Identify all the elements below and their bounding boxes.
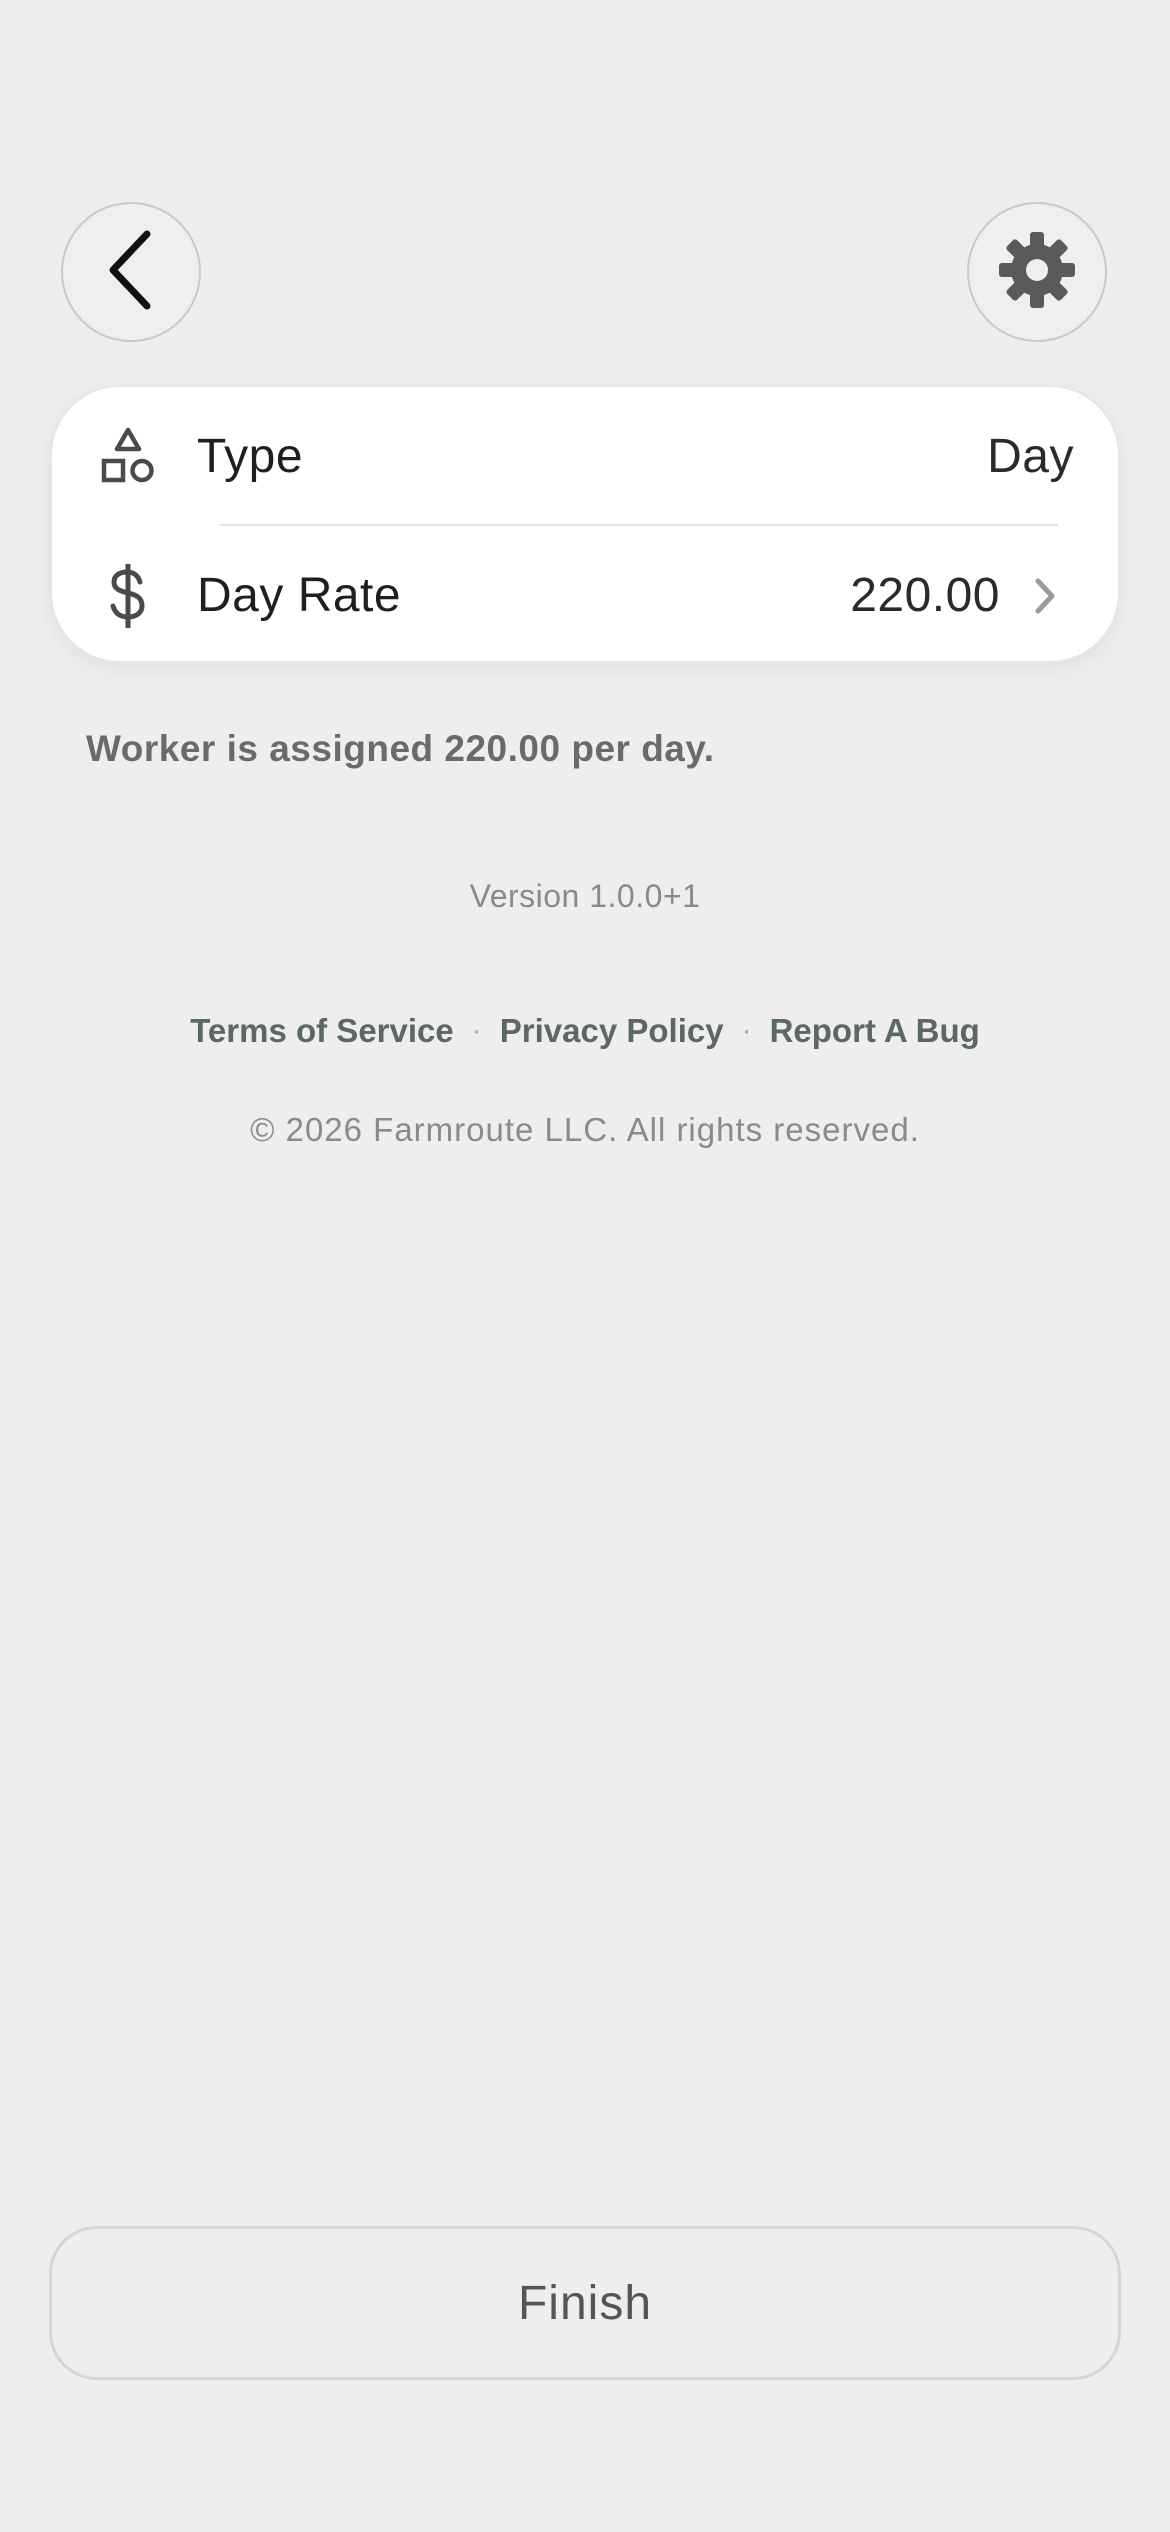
report-bug-link[interactable]: Report A Bug [770,1012,980,1050]
shapes-icon [96,425,160,489]
link-separator: · [741,1014,752,1047]
type-label: Type [197,430,304,483]
app-version: Version 1.0.0+1 [469,878,701,914]
back-button[interactable] [61,202,201,342]
footer-links: Terms of Service · Privacy Policy · Repo… [0,1012,1170,1050]
chevron-right-icon [1030,576,1060,616]
chevron-left-icon [103,228,159,317]
link-separator: · [471,1014,482,1047]
rate-description: Worker is assigned 220.00 per day. [86,728,715,769]
type-value: Day [987,430,1074,483]
day-rate-value: 220.00 [850,569,1000,622]
day-rate-label: Day Rate [197,569,402,622]
privacy-policy-link[interactable]: Privacy Policy [500,1012,724,1050]
settings-button[interactable] [967,202,1107,342]
terms-of-service-link[interactable]: Terms of Service [190,1012,454,1050]
dollar-icon [96,563,160,628]
type-row[interactable]: Type Day [52,387,1118,526]
pay-settings-card: Type Day Day Rate 220.00 [50,385,1120,663]
gear-icon [997,230,1077,315]
copyright-text: © 2026 Farmroute LLC. All rights reserve… [250,1111,920,1148]
day-rate-row[interactable]: Day Rate 220.00 [52,526,1118,665]
finish-button[interactable]: Finish [49,2226,1121,2380]
